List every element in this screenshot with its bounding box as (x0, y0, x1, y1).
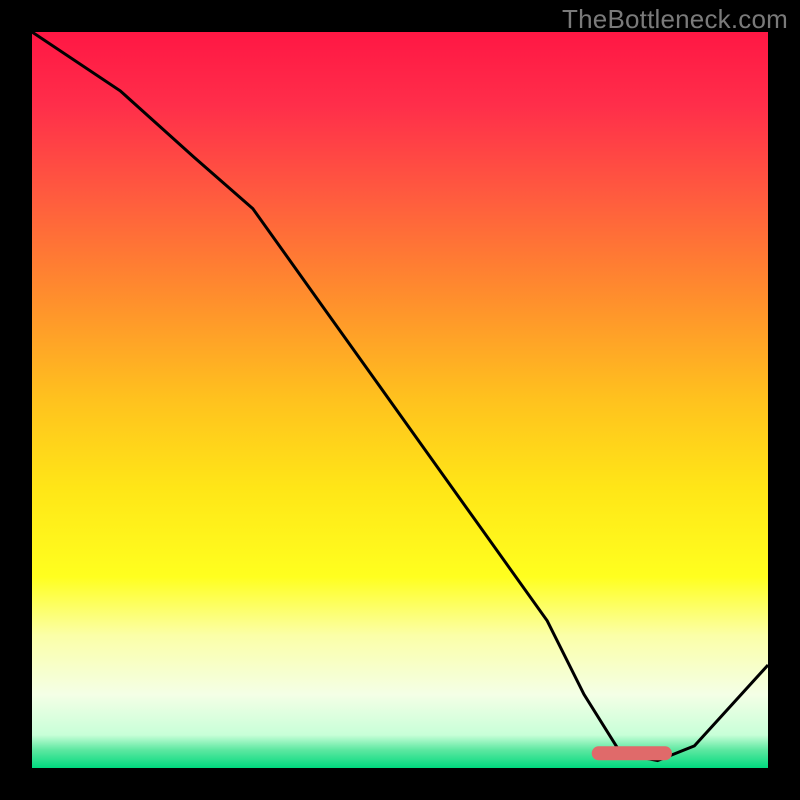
gradient-background (32, 32, 768, 768)
bottleneck-chart (0, 0, 800, 800)
chart-container: TheBottleneck.com (0, 0, 800, 800)
watermark-text: TheBottleneck.com (562, 4, 788, 35)
